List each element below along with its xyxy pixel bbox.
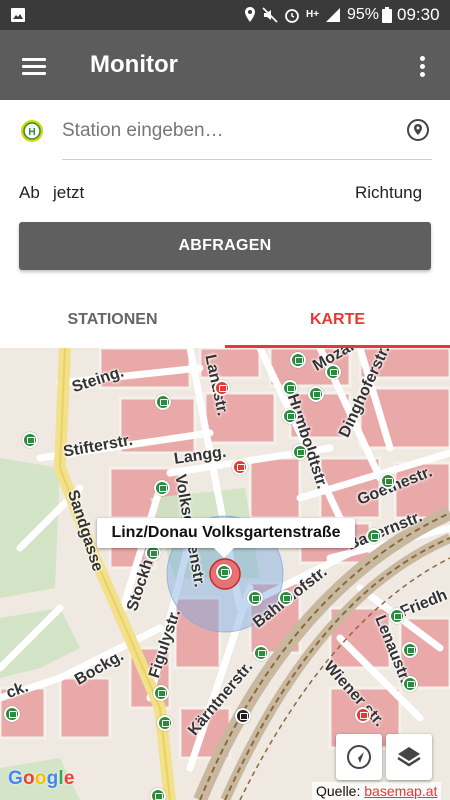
departure-time-label: Ab bbox=[19, 183, 40, 202]
departure-time-value[interactable]: jetzt bbox=[53, 183, 84, 203]
system-icons: H+ bbox=[244, 6, 341, 24]
bus-stop-marker[interactable] bbox=[150, 788, 166, 800]
bus-stop-marker[interactable] bbox=[22, 432, 38, 448]
tab-stationen[interactable]: STATIONEN bbox=[0, 292, 225, 348]
selected-station-label[interactable]: Linz/Donau Volksgartenstraße bbox=[97, 518, 355, 558]
map-attribution: Quelle: basemap.at bbox=[312, 782, 442, 800]
signal-icon bbox=[326, 8, 341, 22]
clock: 09:30 bbox=[397, 5, 440, 24]
station-input-underline bbox=[62, 159, 432, 160]
network-h-plus-icon: H+ bbox=[306, 9, 320, 20]
train-station-marker[interactable] bbox=[235, 708, 251, 724]
bus-stop-marker[interactable] bbox=[380, 473, 396, 489]
bus-stop-marker[interactable] bbox=[282, 408, 298, 424]
bus-stop-marker[interactable] bbox=[290, 352, 306, 368]
bus-stop-marker[interactable] bbox=[325, 364, 341, 380]
tab-bar: STATIONEN KARTE bbox=[0, 292, 450, 348]
bus-stop-marker[interactable] bbox=[253, 645, 269, 661]
direction-selector[interactable]: Richtung bbox=[355, 183, 422, 203]
bus-stop-marker[interactable] bbox=[157, 715, 173, 731]
bus-stop-marker[interactable] bbox=[308, 386, 324, 402]
station-input[interactable] bbox=[62, 114, 402, 148]
tram-stop-marker[interactable] bbox=[232, 459, 248, 475]
bus-stop-marker[interactable] bbox=[282, 380, 298, 396]
google-logo: Google bbox=[8, 768, 75, 789]
my-location-button[interactable] bbox=[336, 734, 382, 780]
hamburger-menu-icon[interactable] bbox=[14, 46, 54, 86]
map-view[interactable]: Steing. Stifterstr. Langg. Sandgasse Hum… bbox=[0, 348, 450, 800]
bus-stop-marker[interactable] bbox=[366, 528, 382, 544]
location-icon bbox=[245, 7, 255, 22]
selected-station-marker[interactable] bbox=[216, 564, 232, 580]
battery-icon bbox=[382, 7, 392, 23]
bus-stop-h-icon: H bbox=[21, 120, 43, 142]
layers-button[interactable] bbox=[386, 734, 432, 780]
bus-stop-marker[interactable] bbox=[153, 685, 169, 701]
tram-stop-marker[interactable] bbox=[214, 380, 230, 396]
departure-options-row: Ab jetzt Richtung bbox=[0, 175, 450, 209]
attribution-link[interactable]: basemap.at bbox=[364, 783, 437, 799]
tram-stop-marker[interactable] bbox=[355, 707, 371, 723]
mute-icon bbox=[262, 7, 278, 23]
layers-icon bbox=[397, 747, 421, 767]
query-button[interactable]: ABFRAGEN bbox=[19, 222, 431, 270]
my-location-icon bbox=[347, 745, 371, 769]
bus-stop-marker[interactable] bbox=[278, 590, 294, 606]
page-title: Monitor bbox=[90, 51, 178, 78]
more-vert-icon[interactable] bbox=[408, 46, 436, 86]
tab-karte[interactable]: KARTE bbox=[225, 292, 450, 348]
gallery-icon bbox=[11, 8, 25, 22]
bus-stop-marker[interactable] bbox=[247, 590, 263, 606]
bus-stop-marker[interactable] bbox=[292, 444, 308, 460]
station-search-row: H bbox=[0, 100, 450, 162]
svg-text:H: H bbox=[28, 127, 35, 138]
app-bar: Monitor bbox=[0, 30, 450, 100]
bus-stop-marker[interactable] bbox=[402, 642, 418, 658]
status-bar: H+ 95% 09:30 bbox=[0, 0, 450, 30]
alarm-icon bbox=[285, 9, 299, 23]
location-pin-icon[interactable] bbox=[405, 118, 431, 144]
bus-stop-marker[interactable] bbox=[402, 676, 418, 692]
battery-percentage: 95% bbox=[347, 6, 380, 23]
bus-stop-marker[interactable] bbox=[155, 394, 171, 410]
bus-stop-marker[interactable] bbox=[4, 706, 20, 722]
bus-stop-marker[interactable] bbox=[154, 480, 170, 496]
bus-stop-marker[interactable] bbox=[389, 608, 405, 624]
